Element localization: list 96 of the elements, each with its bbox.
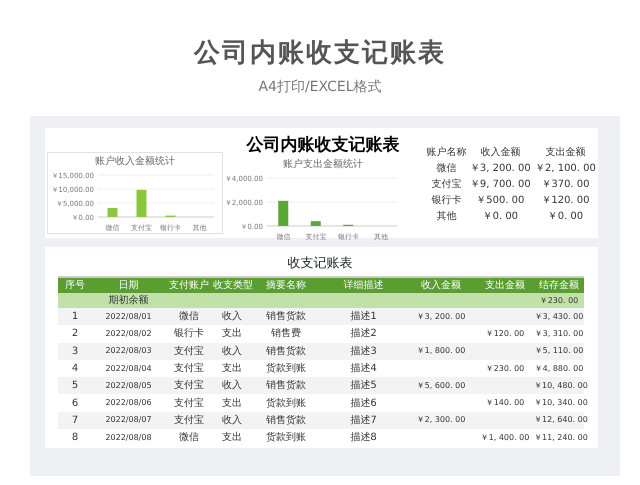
table-cell-text: 支出 bbox=[221, 326, 243, 342]
table-cell-text: ￥2, 100. 00 bbox=[534, 162, 597, 176]
table-cell: 2022/08/04 bbox=[92, 360, 165, 378]
column-header: 收入金额 bbox=[479, 146, 522, 160]
table-cell: 微信 bbox=[165, 429, 213, 446]
table-cell: 支付宝 bbox=[165, 377, 213, 394]
table-cell-text: ￥9, 700. 00 bbox=[468, 178, 532, 192]
column-header: 支出金额 bbox=[476, 277, 534, 293]
chart-title: 账户收入金额统计 bbox=[94, 155, 176, 169]
table-cell: ￥230. 00 bbox=[476, 360, 534, 378]
table-cell: 支付宝 bbox=[165, 394, 213, 412]
table-cell: 支付宝 bbox=[165, 412, 213, 430]
table-cell: 描述3 bbox=[321, 342, 406, 360]
dashboard-title: 公司内账收支记账表 bbox=[245, 134, 400, 156]
table-cell: 销售货款 bbox=[251, 308, 321, 326]
column-header: 日期 bbox=[92, 277, 165, 293]
column-header: 收入金额 bbox=[406, 277, 476, 293]
table-cell: 货款到账 bbox=[251, 394, 321, 412]
table-cell: ￥2, 300. 00 bbox=[406, 412, 476, 430]
bar bbox=[278, 200, 288, 226]
column-header: 收支类型 bbox=[213, 277, 251, 293]
table-cell-text: 银行卡 bbox=[430, 194, 462, 208]
table-cell-text: 描述2 bbox=[349, 326, 378, 342]
table-cell: 描述4 bbox=[321, 360, 406, 378]
opening-label: 期初余额 bbox=[92, 293, 165, 308]
table-cell: 支出 bbox=[213, 360, 251, 378]
table-cell-text: 2 bbox=[70, 327, 80, 342]
table-cell: ￥4, 880. 00 bbox=[534, 360, 584, 378]
bar bbox=[108, 208, 118, 217]
table-cell: 货款到账 bbox=[251, 429, 321, 446]
table-cell: 支出 bbox=[213, 429, 251, 446]
opening-balance: ￥230. 00 bbox=[534, 293, 584, 308]
column-header: 详细描述 bbox=[321, 277, 406, 293]
table-cell: 2022/08/06 bbox=[92, 394, 165, 412]
column-header: 账户名称 bbox=[425, 146, 468, 160]
table-cell-text: ￥3, 200. 00 bbox=[468, 162, 532, 176]
table-cell: 收入 bbox=[213, 412, 251, 430]
table-cell-text: ￥120. 00 bbox=[484, 328, 526, 340]
column-header: 支付账户 bbox=[165, 277, 213, 293]
bar bbox=[136, 190, 146, 217]
table-cell: ￥5, 600. 00 bbox=[406, 377, 476, 394]
table-cell: 支出 bbox=[213, 394, 251, 412]
table-cell: ￥3, 430. 00 bbox=[534, 308, 584, 326]
ledger-title: 收支记账表 bbox=[286, 255, 354, 273]
table-cell-text: ￥3, 310. 00 bbox=[534, 328, 584, 340]
table-cell: 描述8 bbox=[321, 429, 406, 446]
table-cell: 描述1 bbox=[321, 308, 406, 326]
column-header: 结存金额 bbox=[534, 277, 584, 293]
bar bbox=[310, 221, 321, 226]
table-cell: 5 bbox=[58, 377, 92, 394]
column-header: 支出金额 bbox=[544, 146, 586, 160]
table-cell: 描述5 bbox=[321, 377, 406, 394]
table-cell: ￥5, 110. 00 bbox=[534, 342, 584, 360]
table-cell: 2022/08/05 bbox=[92, 377, 165, 394]
table-cell: 销售货款 bbox=[251, 412, 321, 430]
table-cell: 2022/08/01 bbox=[92, 308, 165, 326]
table-cell: ￥1, 400. 00 bbox=[476, 429, 534, 446]
table-cell-text: ￥370. 00 bbox=[540, 178, 591, 192]
table-cell: 收入 bbox=[213, 342, 251, 360]
table-cell: 2022/08/08 bbox=[92, 429, 165, 446]
table-cell: 收入 bbox=[213, 308, 251, 326]
heading: 公司内账收支记账表 bbox=[192, 37, 447, 70]
subheading: A4打印/EXCEL格式 bbox=[257, 78, 383, 96]
table-cell-text: ￥500. 00 bbox=[475, 194, 526, 208]
table-cell: 货款到账 bbox=[251, 360, 321, 378]
table-cell: 描述7 bbox=[321, 412, 406, 430]
table-cell: 7 bbox=[58, 412, 92, 430]
table-cell-text: ￥0. 00 bbox=[546, 210, 584, 224]
table-cell: 销售货款 bbox=[251, 342, 321, 360]
table-cell: 销售货款 bbox=[251, 377, 321, 394]
table-cell: 支付宝 bbox=[165, 342, 213, 360]
table-cell: 8 bbox=[58, 429, 92, 446]
table-cell-text: 销售费 bbox=[270, 326, 302, 342]
table-cell: ￥140. 00 bbox=[476, 394, 534, 412]
table-cell-text: 微信 bbox=[435, 162, 458, 176]
table-cell-text: 支付宝 bbox=[430, 178, 462, 192]
column-header: 序号 bbox=[58, 277, 92, 293]
table-cell-text: 银行卡 bbox=[173, 326, 205, 342]
table-cell: 支付宝 bbox=[165, 360, 213, 378]
table-cell-text: 其他 bbox=[435, 210, 458, 224]
table-cell: 收入 bbox=[213, 377, 251, 394]
table-cell: 3 bbox=[58, 342, 92, 360]
table-cell: 2022/08/07 bbox=[92, 412, 165, 430]
table-cell-text: 2022/08/02 bbox=[104, 328, 153, 340]
table-cell-text: ￥120. 00 bbox=[540, 194, 591, 208]
table-cell: 6 bbox=[58, 394, 92, 412]
column-header: 摘要名称 bbox=[251, 277, 321, 293]
table-cell: ￥1, 800. 00 bbox=[406, 342, 476, 360]
table-cell: 1 bbox=[58, 308, 92, 326]
chart-title: 账户支出金额统计 bbox=[282, 158, 364, 172]
table-cell: 2022/08/03 bbox=[92, 342, 165, 360]
table-cell-text: ￥0. 00 bbox=[482, 210, 520, 224]
table-cell: 描述6 bbox=[321, 394, 406, 412]
table-cell: ￥3, 200. 00 bbox=[406, 308, 476, 326]
table-cell: 微信 bbox=[165, 308, 213, 326]
table-cell: 4 bbox=[58, 360, 92, 378]
